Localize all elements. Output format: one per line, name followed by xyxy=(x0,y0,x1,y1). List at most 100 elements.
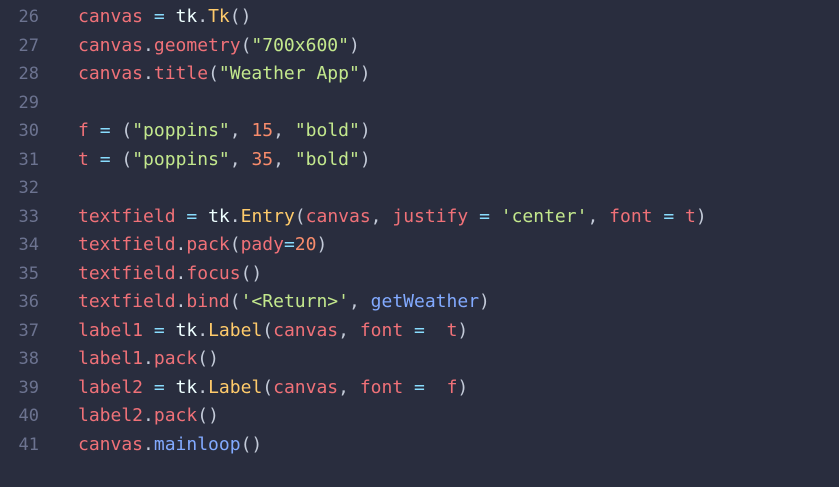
code-text[interactable]: canvas.mainloop() xyxy=(78,431,262,460)
code-line[interactable]: 37 label1 = tk.Label(canvas, font = t) xyxy=(0,317,839,346)
code-editor[interactable]: 26 canvas = tk.Tk() 27 canvas.geometry("700… xyxy=(0,3,839,459)
code-token: pady xyxy=(240,234,284,255)
code-line[interactable]: 31 t = ("poppins", 35, "bold") xyxy=(0,146,839,175)
code-token: . xyxy=(175,262,187,284)
code-token: pack xyxy=(186,234,230,255)
code-line[interactable]: 33 textfield = tk.Entry(canvas, justify =… xyxy=(0,203,839,232)
code-token: "poppins" xyxy=(132,148,230,170)
code-text[interactable]: canvas = tk.Tk() xyxy=(78,3,251,32)
code-line[interactable]: 34 textfield.pack(pady=20) xyxy=(0,231,839,260)
line-number: 34 xyxy=(18,235,39,255)
code-text[interactable]: textfield = tk.Entry(canvas, justify = '… xyxy=(78,203,707,232)
line-number: 27 xyxy=(18,35,39,56)
code-token: = xyxy=(414,319,425,341)
code-token: ) xyxy=(479,291,490,312)
code-token: , xyxy=(587,205,610,227)
code-text[interactable]: textfield.bind('<Return>', getWeather) xyxy=(78,288,490,317)
line-number: 36 xyxy=(18,292,39,312)
code-token: . xyxy=(197,6,209,27)
code-text[interactable]: label1.pack() xyxy=(78,345,219,374)
code-text[interactable]: textfield.focus() xyxy=(78,260,262,289)
code-token: "bold" xyxy=(294,120,360,141)
code-token: canvas xyxy=(273,319,339,341)
code-token: = xyxy=(663,205,675,227)
code-text[interactable]: label2 = tk.Label(canvas, font = f) xyxy=(78,374,468,403)
code-token: . xyxy=(143,34,154,56)
code-token: = xyxy=(153,319,165,341)
code-token: ) xyxy=(695,205,707,227)
code-token: ( xyxy=(262,319,274,341)
code-text[interactable]: textfield.pack(pady=20) xyxy=(78,231,327,260)
code-token: = xyxy=(99,148,111,170)
code-token: "poppins" xyxy=(132,120,230,141)
code-token: canvas xyxy=(78,34,144,56)
code-line[interactable]: 29 xyxy=(0,89,839,118)
line-number: 30 xyxy=(18,121,39,141)
code-line[interactable]: 28 canvas.title("Weather App") xyxy=(0,60,839,89)
code-token: ) xyxy=(316,234,328,255)
line-number: 29 xyxy=(18,92,39,113)
line-number: 39 xyxy=(18,377,39,398)
code-token: ( xyxy=(208,63,219,84)
code-token: Label xyxy=(208,376,263,398)
code-text[interactable]: label1 = tk.Label(canvas, font = t) xyxy=(78,317,468,346)
code-token: . xyxy=(143,348,154,369)
line-number: 38 xyxy=(18,349,39,369)
code-line[interactable]: 36 textfield.bind('<Return>', getWeather) xyxy=(0,288,839,317)
code-text[interactable]: label2.pack() xyxy=(78,402,219,431)
code-token: tk xyxy=(208,205,230,227)
code-token: t xyxy=(78,148,89,170)
code-token: focus xyxy=(186,262,241,284)
code-token: tk xyxy=(175,6,198,27)
code-token: = xyxy=(186,205,198,227)
code-token: ) xyxy=(457,319,469,341)
code-line[interactable]: 41 canvas.mainloop() xyxy=(0,431,839,460)
code-token: tk xyxy=(175,376,198,398)
code-token: , xyxy=(273,120,295,141)
code-token: . xyxy=(143,433,154,455)
code-line[interactable]: 35 textfield.focus() xyxy=(0,260,839,289)
code-token: "700x600" xyxy=(251,34,349,56)
code-token: justify xyxy=(392,205,469,227)
code-text[interactable]: canvas.title("Weather App") xyxy=(78,60,371,89)
code-token: () xyxy=(240,262,263,284)
code-token: f xyxy=(446,376,458,398)
code-line[interactable]: 40 label2.pack() xyxy=(0,402,839,431)
code-line[interactable]: 39 label2 = tk.Label(canvas, font = f) xyxy=(0,374,839,403)
code-token: , xyxy=(229,120,252,141)
code-line[interactable]: 30 f = ("poppins", 15, "bold") xyxy=(0,117,839,146)
code-text[interactable]: f = ("poppins", 15, "bold") xyxy=(78,117,371,146)
code-token: 20 xyxy=(294,234,317,255)
code-token: textfield xyxy=(78,205,176,227)
code-token: ( xyxy=(121,148,133,170)
code-token: "bold" xyxy=(294,148,360,170)
code-text[interactable]: canvas.geometry("700x600") xyxy=(78,32,360,61)
code-token: textfield xyxy=(78,234,176,255)
code-line[interactable]: 38 label1.pack() xyxy=(0,345,839,374)
code-token: label1 xyxy=(78,348,144,369)
code-token: '<Return>' xyxy=(240,291,349,312)
code-token: title xyxy=(153,63,209,84)
line-number: 31 xyxy=(18,149,39,170)
code-token: = xyxy=(99,120,111,141)
code-line[interactable]: 27 canvas.geometry("700x600") xyxy=(0,32,839,61)
code-token: font xyxy=(359,319,404,341)
code-token: () xyxy=(229,6,252,27)
code-text[interactable]: t = ("poppins", 35, "bold") xyxy=(78,146,371,175)
line-number: 26 xyxy=(18,7,39,27)
line-number: 32 xyxy=(18,178,39,198)
line-number: 28 xyxy=(18,64,39,84)
code-line[interactable]: 32 xyxy=(0,174,839,203)
code-line[interactable]: 26 canvas = tk.Tk() xyxy=(0,3,839,32)
code-token: mainloop xyxy=(153,433,241,455)
code-token: , xyxy=(273,148,295,170)
